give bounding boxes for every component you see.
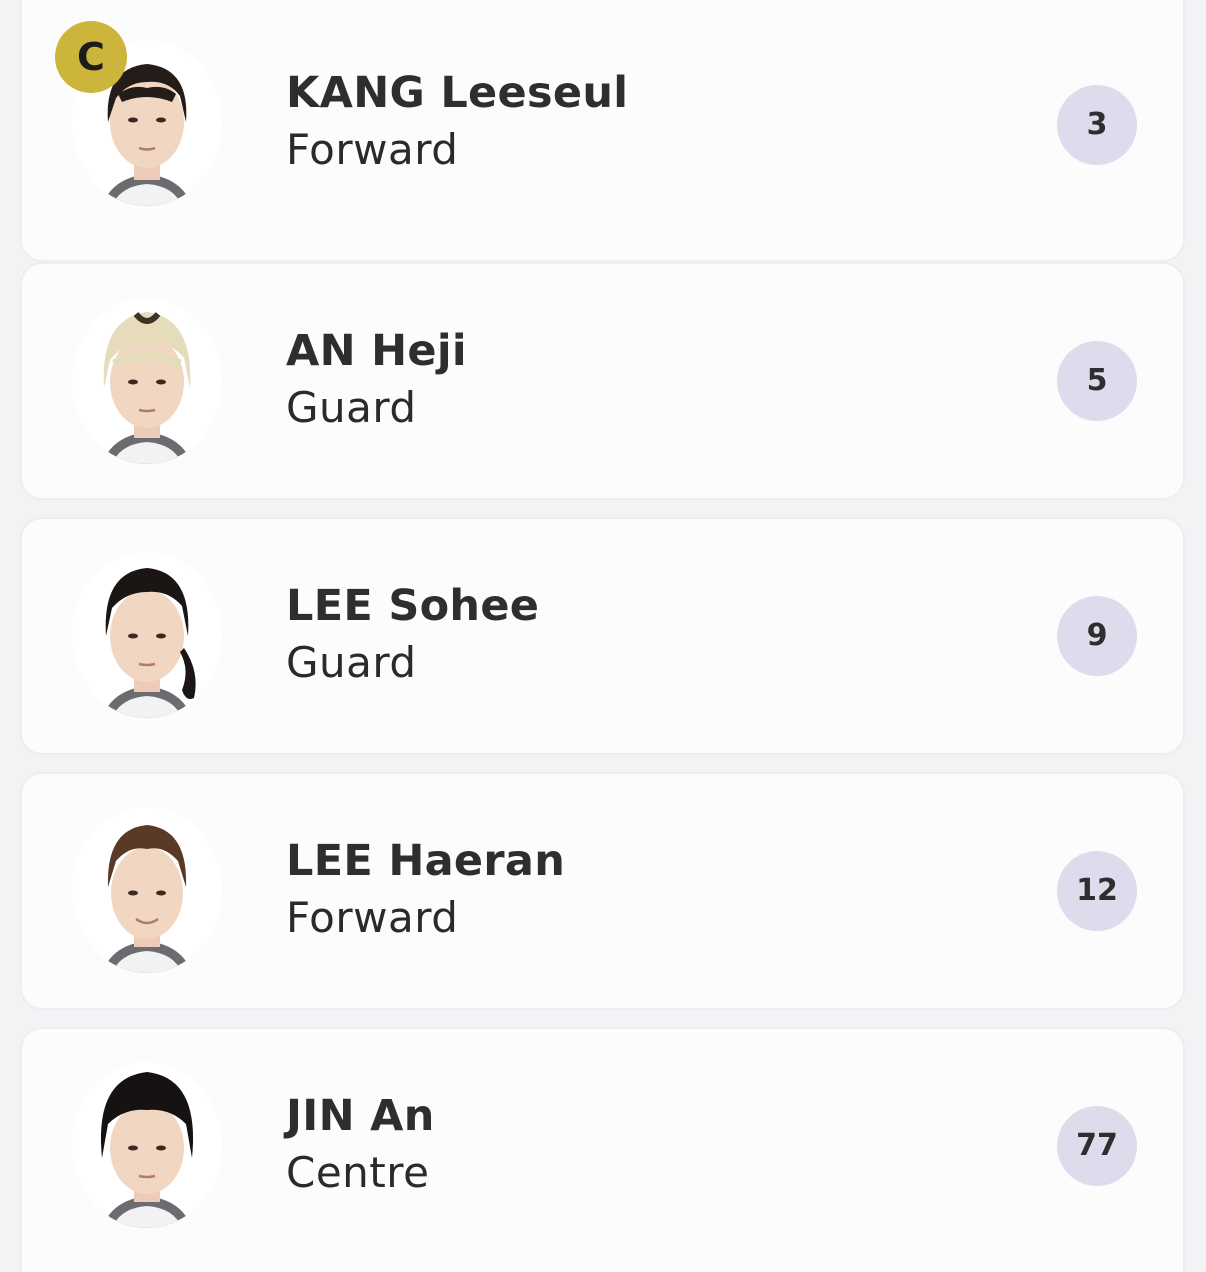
player-position: Forward (286, 125, 459, 174)
player-card[interactable]: JIN An Centre 77 (20, 1027, 1185, 1272)
player-name: AN Heji (286, 326, 467, 376)
player-name: KANG Leeseul (286, 68, 629, 118)
player-photo (72, 1062, 222, 1228)
player-position: Forward (286, 893, 459, 942)
player-card[interactable]: LEE Haeran Forward 12 (20, 772, 1185, 1010)
player-position: Guard (286, 383, 417, 432)
player-list: C KANG Leeseul Forward 3 AN Heji Guard 5 (20, 0, 1185, 1272)
player-name: LEE Sohee (286, 581, 540, 631)
player-photo (72, 298, 222, 464)
jersey-number-badge: 5 (1057, 341, 1137, 421)
player-card[interactable]: C KANG Leeseul Forward 3 (20, 0, 1185, 262)
captain-badge: C (55, 21, 127, 93)
player-photo (72, 552, 222, 718)
jersey-number-badge: 12 (1057, 851, 1137, 931)
player-card[interactable]: AN Heji Guard 5 (20, 262, 1185, 500)
jersey-number-badge: 9 (1057, 596, 1137, 676)
player-name: LEE Haeran (286, 836, 566, 886)
player-name: JIN An (286, 1091, 435, 1141)
jersey-number-badge: 3 (1057, 85, 1137, 165)
player-photo (72, 807, 222, 973)
player-position: Guard (286, 638, 417, 687)
jersey-number-badge: 77 (1057, 1106, 1137, 1186)
player-position: Centre (286, 1148, 430, 1197)
player-card[interactable]: LEE Sohee Guard 9 (20, 517, 1185, 755)
